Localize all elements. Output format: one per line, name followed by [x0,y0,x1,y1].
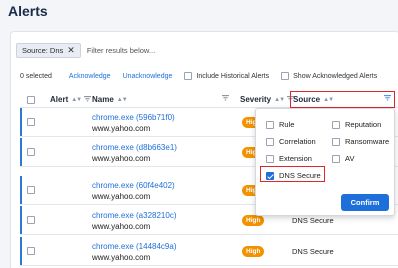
row-accent-bar [20,138,22,166]
select-all-checkbox-cell[interactable] [27,96,35,104]
row-checkbox[interactable] [27,118,35,126]
unacknowledge-link[interactable]: Unacknowledge [123,73,173,80]
remove-chip-icon[interactable]: ✕ [67,46,75,55]
alert-name-link[interactable]: chrome.exe (14484c9a) [92,242,177,251]
source-column-highlight [290,91,395,108]
include-historical-checkbox[interactable] [184,72,193,80]
option-correlation-checkbox[interactable] [266,137,274,146]
filter-bar: Source: Dns ✕ [16,43,207,58]
column-name-label: Name [92,95,114,104]
option-reputation[interactable]: Reputation [332,120,381,129]
confirm-button[interactable]: Confirm [341,194,389,211]
acknowledge-link[interactable]: Acknowledge [69,73,111,80]
select-all-checkbox[interactable] [27,96,35,104]
source-filter-popup: Rule Reputation Correlation Ransomware E… [255,108,395,216]
row-accent-bar [20,206,22,234]
option-av[interactable]: AV [332,154,354,163]
column-alert[interactable]: Alert ▲▼ [50,95,92,104]
row-checkbox[interactable] [27,216,35,224]
option-correlation[interactable]: Correlation [266,137,316,146]
option-av-label: AV [345,154,355,163]
row-accent-bar [20,176,22,204]
selected-count: 0 selected [20,72,52,80]
sort-icon[interactable]: ▲▼ [71,97,82,103]
show-acknowledged-label: Show Acknowledged Alerts [293,72,378,80]
severity-badge: High [242,246,265,257]
row-accent-bar [20,237,22,265]
alert-name-link[interactable]: chrome.exe (d8b663e1) [92,143,177,152]
alert-name-link[interactable]: chrome.exe (596b71f0) [92,113,175,122]
option-extension-label: Extension [279,154,312,163]
include-historical-toggle[interactable]: Include Historical Alerts [184,72,269,80]
show-acknowledged-toggle[interactable]: Show Acknowledged Alerts [281,72,377,80]
filter-input[interactable] [86,46,207,55]
option-reputation-label: Reputation [345,120,382,129]
alert-host: www.yahoo.com [92,192,151,201]
column-severity[interactable]: Severity ▲▼ [240,95,295,104]
page-title: Alerts [8,3,48,19]
option-ransomware[interactable]: Ransomware [332,137,389,146]
name-filter-cell[interactable] [222,95,229,102]
option-rule[interactable]: Rule [266,120,294,129]
row-accent-bar [20,108,22,136]
alert-name-link[interactable]: chrome.exe (a328210c) [92,211,177,220]
alert-source: DNS Secure [292,216,334,225]
include-historical-label: Include Historical Alerts [196,72,270,80]
column-filter-icon[interactable] [84,96,92,103]
option-rule-label: Rule [279,120,295,129]
option-ransomware-checkbox[interactable] [332,137,340,146]
sort-icon[interactable]: ▲▼ [274,97,285,103]
column-filter-icon[interactable] [222,95,229,102]
alert-host: www.yahoo.com [92,222,151,231]
table-row[interactable]: chrome.exe (14484c9a) www.yahoo.com High… [20,237,398,266]
column-severity-label: Severity [240,95,272,104]
actions-bar: 0 selected Acknowledge Unacknowledge Inc… [20,72,388,80]
column-alert-label: Alert [50,95,69,104]
severity-badge: High [242,215,265,226]
column-name[interactable]: Name ▲▼ [92,95,128,104]
alert-host: www.yahoo.com [92,253,151,262]
dns-secure-highlight [260,166,325,182]
show-acknowledged-checkbox[interactable] [281,72,290,80]
option-correlation-label: Correlation [279,137,316,146]
option-av-checkbox[interactable] [332,154,340,163]
option-ransomware-label: Ransomware [345,137,390,146]
row-checkbox[interactable] [27,186,35,194]
alert-source: DNS Secure [292,247,334,256]
alert-host: www.yahoo.com [92,124,151,133]
option-extension[interactable]: Extension [266,154,312,163]
row-checkbox[interactable] [27,148,35,156]
row-checkbox[interactable] [27,247,35,255]
sort-icon[interactable]: ▲▼ [117,97,128,103]
chip-label: Source: Dns [22,46,64,55]
alert-name-link[interactable]: chrome.exe (60f4e402) [92,181,175,190]
option-extension-checkbox[interactable] [266,154,274,163]
source-filter-chip[interactable]: Source: Dns ✕ [16,43,81,58]
option-reputation-checkbox[interactable] [332,120,340,129]
alert-host: www.yahoo.com [92,154,151,163]
option-rule-checkbox[interactable] [266,120,274,129]
